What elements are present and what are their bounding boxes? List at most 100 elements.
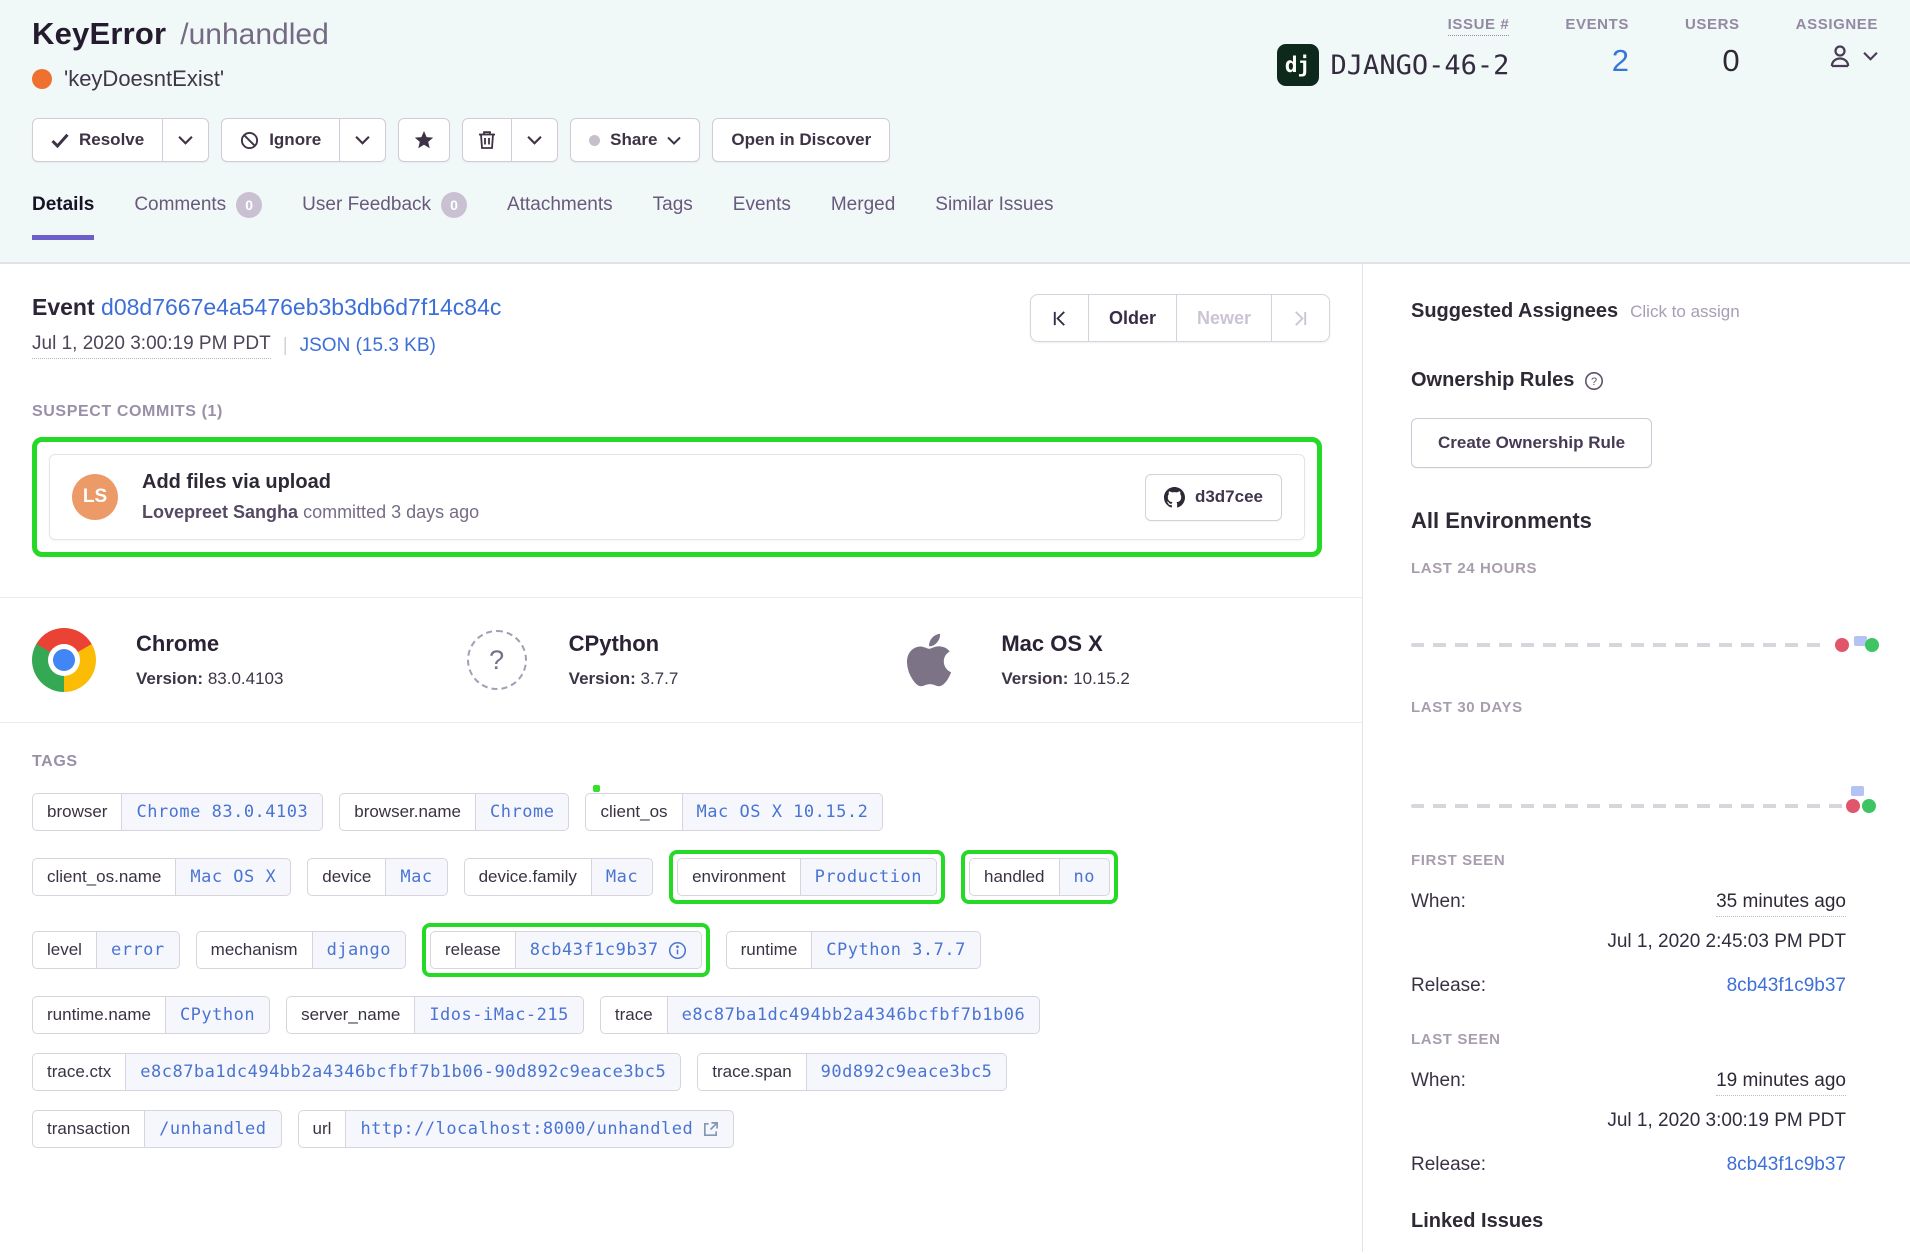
- tag-key: client_os: [585, 793, 681, 831]
- tab-label: Comments: [134, 194, 226, 216]
- first-seen-absolute: Jul 1, 2020 2:45:03 PM PDT: [1411, 931, 1846, 953]
- delete-button[interactable]: [462, 118, 512, 162]
- tab-user-feedback[interactable]: User Feedback0: [302, 192, 467, 238]
- tag-value[interactable]: Production: [800, 858, 937, 896]
- oldest-event-button[interactable]: [1030, 294, 1089, 342]
- svg-text:?: ?: [1591, 376, 1597, 388]
- first-seen-release-link[interactable]: 8cb43f1c9b37: [1727, 975, 1846, 997]
- tag-key: device.family: [464, 858, 591, 896]
- issue-culprit: /unhandled: [180, 18, 328, 52]
- tag-pill-device.family: device.familyMac: [464, 858, 653, 896]
- separator: |: [283, 335, 288, 357]
- tag-value[interactable]: CPython 3.7.7: [811, 931, 981, 969]
- first-seen-heading: FIRST SEEN: [1411, 852, 1846, 869]
- ignore-button[interactable]: Ignore: [221, 118, 340, 162]
- tag-row: levelerrormechanismdjangorelease8cb43f1c…: [32, 923, 1330, 977]
- context-runtime: ? CPython Version: 3.7.7: [465, 628, 898, 692]
- tab-badge: 0: [236, 192, 262, 218]
- ignore-dropdown-button[interactable]: [340, 118, 386, 162]
- open-in-discover-button[interactable]: Open in Discover: [712, 118, 890, 162]
- bookmark-star-button[interactable]: [398, 118, 450, 162]
- chevron-down-icon: [1863, 51, 1878, 61]
- tab-similar-issues[interactable]: Similar Issues: [935, 192, 1053, 238]
- resolve-button[interactable]: Resolve: [32, 118, 163, 162]
- newer-event-button[interactable]: Newer: [1177, 294, 1272, 342]
- older-event-button[interactable]: Older: [1089, 294, 1177, 342]
- github-icon: [1164, 487, 1185, 508]
- tag-value[interactable]: /unhandled: [144, 1110, 281, 1148]
- tag-value[interactable]: Mac OS X: [175, 858, 291, 896]
- tag-key: trace: [600, 996, 667, 1034]
- tags-section: TAGS browserChrome 83.0.4103browser.name…: [0, 723, 1362, 1148]
- commit-author: Lovepreet Sangha: [142, 502, 298, 522]
- release-label: Release:: [1411, 1154, 1486, 1176]
- tag-key: browser.name: [339, 793, 475, 831]
- tag-value[interactable]: Mac: [591, 858, 653, 896]
- tag-value[interactable]: CPython: [165, 996, 270, 1034]
- event-id-link[interactable]: d08d7667e4a5476eb3b3db6d7f14c84c: [101, 294, 501, 320]
- tag-value[interactable]: 8cb43f1c9b37: [515, 931, 702, 969]
- tag-row: client_os.nameMac OS XdeviceMacdevice.fa…: [32, 850, 1330, 904]
- tag-key: server_name: [286, 996, 414, 1034]
- chevron-down-icon: [355, 135, 370, 145]
- tag-pill-trace.span: trace.span90d892c9eace3bc5: [697, 1053, 1007, 1091]
- info-icon[interactable]: [668, 941, 687, 960]
- tab-label: Details: [32, 194, 94, 216]
- tag-pill-environment: environmentProduction: [677, 858, 937, 896]
- tag-value[interactable]: Idos-iMac-215: [414, 996, 584, 1034]
- when-label: When:: [1411, 1070, 1466, 1092]
- tag-pill-trace.ctx: trace.ctxe8c87ba1dc494bb2a4346bcfbf7b1b0…: [32, 1053, 681, 1091]
- tab-details[interactable]: Details: [32, 192, 94, 238]
- users-count[interactable]: 0: [1722, 45, 1739, 76]
- tag-value[interactable]: Chrome 83.0.4103: [121, 793, 323, 831]
- error-level-dot: [32, 69, 52, 89]
- tag-key: runtime: [726, 931, 812, 969]
- last-seen-release-link[interactable]: 8cb43f1c9b37: [1727, 1154, 1846, 1176]
- tag-value[interactable]: django: [312, 931, 406, 969]
- tag-key: device: [307, 858, 385, 896]
- tag-key: transaction: [32, 1110, 144, 1148]
- tag-key: level: [32, 931, 96, 969]
- annotation-box: release8cb43f1c9b37: [422, 923, 710, 977]
- tags-rows: browserChrome 83.0.4103browser.nameChrom…: [32, 793, 1330, 1148]
- events-count[interactable]: 2: [1612, 45, 1629, 76]
- create-ownership-rule-button[interactable]: Create Ownership Rule: [1411, 418, 1652, 468]
- tab-comments[interactable]: Comments 0: [134, 192, 262, 238]
- tag-value[interactable]: http://localhost:8000/unhandled: [345, 1110, 734, 1148]
- users-label: USERS: [1685, 16, 1740, 33]
- last-30-days-label: LAST 30 DAYS: [1411, 699, 1846, 716]
- issue-message: 'keyDoesntExist': [64, 66, 224, 92]
- unknown-runtime-icon: ?: [465, 628, 529, 692]
- tag-pill-client_os: client_osMac OS X 10.15.2: [585, 793, 883, 831]
- tag-value[interactable]: Chrome: [475, 793, 569, 831]
- assignee-selector[interactable]: [1825, 41, 1878, 71]
- first-seen-marker: [1846, 799, 1860, 813]
- tab-attachments[interactable]: Attachments: [507, 192, 613, 238]
- when-label: When:: [1411, 891, 1466, 913]
- tag-pill-client_os.name: client_os.nameMac OS X: [32, 858, 291, 896]
- tag-value[interactable]: Mac OS X 10.15.2: [682, 793, 884, 831]
- newest-event-button[interactable]: [1272, 294, 1330, 342]
- external-link-icon[interactable]: [702, 1121, 719, 1138]
- linked-issues-title: Linked Issues: [1411, 1210, 1846, 1233]
- share-button[interactable]: Share: [570, 118, 700, 162]
- tag-value[interactable]: no: [1059, 858, 1110, 896]
- tab-label: Attachments: [507, 194, 613, 216]
- resolve-dropdown-button[interactable]: [163, 118, 209, 162]
- delete-dropdown-button[interactable]: [512, 118, 558, 162]
- tab-events[interactable]: Events: [733, 192, 791, 238]
- tab-label: Events: [733, 194, 791, 216]
- tag-value[interactable]: 90d892c9eace3bc5: [806, 1053, 1008, 1091]
- tag-key: environment: [677, 858, 800, 896]
- tag-value[interactable]: error: [96, 931, 180, 969]
- tag-value[interactable]: Mac: [385, 858, 447, 896]
- help-circle-icon[interactable]: ?: [1584, 371, 1604, 391]
- tab-merged[interactable]: Merged: [831, 192, 895, 238]
- commit-sha-button[interactable]: d3d7cee: [1145, 474, 1282, 521]
- event-json-link[interactable]: JSON (15.3 KB): [300, 335, 436, 357]
- tag-key: handled: [969, 858, 1059, 896]
- sidebar: Suggested Assignees Click to assign Owne…: [1362, 264, 1910, 1252]
- tag-value[interactable]: e8c87ba1dc494bb2a4346bcfbf7b1b06-90d892c…: [125, 1053, 681, 1091]
- tab-tags[interactable]: Tags: [653, 192, 693, 238]
- tag-value[interactable]: e8c87ba1dc494bb2a4346bcfbf7b1b06: [667, 996, 1041, 1034]
